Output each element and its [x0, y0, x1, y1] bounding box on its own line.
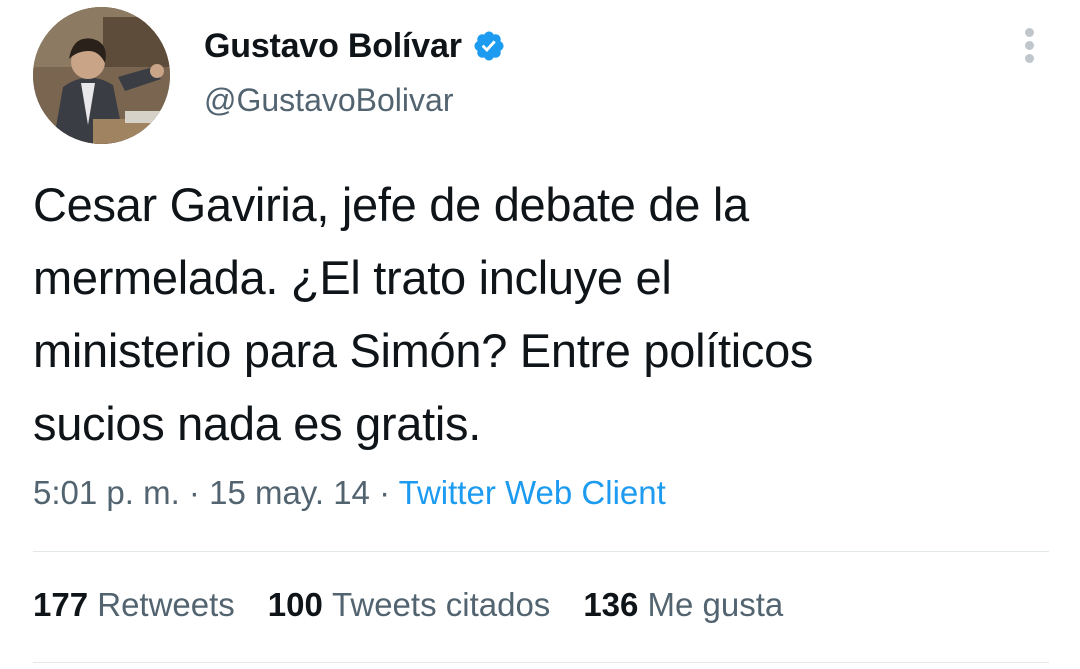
tweet-stats: 177 Retweets 100 Tweets citados 136 Me g… [33, 586, 816, 624]
likes-label: Me gusta [647, 586, 784, 623]
tweet-text-line: ministerio para Simón? Entre políticos [33, 324, 814, 377]
tweet-text-line: sucios nada es gratis. [33, 397, 481, 450]
tweet-text-line: Cesar Gaviria, jefe de debate de la [33, 178, 749, 231]
tweet-text: Cesar Gaviria, jefe de debate de la merm… [33, 168, 1053, 460]
tweet-date[interactable]: 15 may. 14 [209, 474, 370, 511]
tweet-metadata: 5:01 p. m. · 15 may. 14 · Twitter Web Cl… [33, 474, 666, 512]
divider [33, 551, 1049, 552]
retweets-stat[interactable]: 177 Retweets [33, 586, 235, 624]
quote-tweets-label: Tweets citados [332, 586, 551, 623]
display-name[interactable]: Gustavo Bolívar [204, 27, 462, 66]
tweet-text-line: mermelada. ¿El trato incluye el [33, 251, 672, 304]
meta-separator: · [188, 474, 210, 511]
avatar-photo [33, 7, 170, 144]
quote-tweets-stat[interactable]: 100 Tweets citados [268, 586, 551, 624]
divider [33, 662, 1049, 663]
retweets-count: 177 [33, 586, 98, 623]
likes-stat[interactable]: 136 Me gusta [583, 586, 783, 624]
retweets-label: Retweets [97, 586, 235, 623]
tweet-time[interactable]: 5:01 p. m. [33, 474, 180, 511]
tweet-client-link[interactable]: Twitter Web Client [399, 474, 666, 511]
more-options-icon[interactable] [1014, 26, 1046, 66]
verified-badge-icon[interactable] [472, 29, 506, 63]
author-name-row[interactable]: Gustavo Bolívar [204, 22, 506, 70]
tweet-detail: Gustavo Bolívar @GustavoBolivar Cesar Ga… [0, 0, 1080, 669]
meta-separator: · [379, 474, 399, 511]
quote-tweets-count: 100 [267, 586, 333, 623]
avatar[interactable] [33, 7, 170, 144]
author-handle[interactable]: @GustavoBolivar [204, 82, 453, 119]
likes-count: 136 [583, 586, 648, 623]
